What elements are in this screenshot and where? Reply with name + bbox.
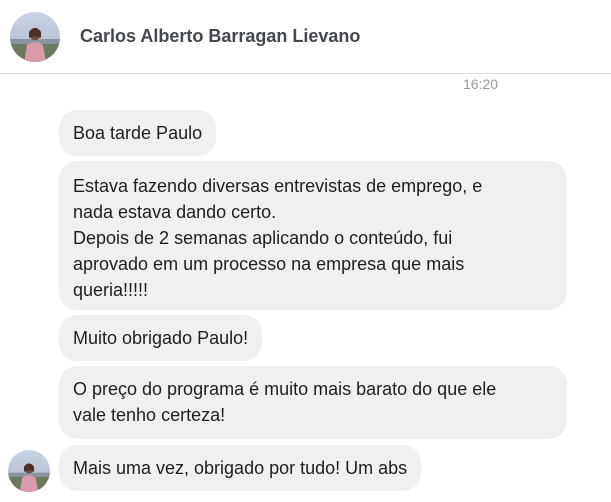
contact-avatar[interactable] xyxy=(10,12,60,62)
message-text: Depois de 2 semanas aplicando o conteúdo… xyxy=(73,228,453,248)
message-text: Muito obrigado Paulo! xyxy=(73,328,249,348)
profile-photo-avatar-icon xyxy=(10,12,60,62)
message-bubble[interactable]: Boa tarde Paulo xyxy=(59,110,217,156)
message-text: O preço do programa é muito mais barato … xyxy=(73,379,497,399)
message-bubble[interactable]: Estava fazendo diversas entrevistas de e… xyxy=(59,161,567,310)
profile-photo-avatar-icon xyxy=(8,450,50,492)
message-text: Mais uma vez, obrigado por tudo! Um abs xyxy=(73,458,408,478)
sender-avatar[interactable] xyxy=(8,450,50,492)
message-text: Boa tarde Paulo xyxy=(73,123,203,143)
message-text: Estava fazendo diversas entrevistas de e… xyxy=(73,176,483,196)
message-bubble[interactable]: Muito obrigado Paulo! xyxy=(59,315,263,361)
contact-name[interactable]: Carlos Alberto Barragan Lievano xyxy=(80,26,360,47)
message-text: aprovado em um processo na empresa que m… xyxy=(73,254,465,274)
message-bubble[interactable]: O preço do programa é muito mais barato … xyxy=(59,366,567,439)
message-bubble[interactable]: Mais uma vez, obrigado por tudo! Um abs xyxy=(59,445,422,491)
message-text: queria!!!!! xyxy=(73,280,149,300)
message-timestamp: 16:20 xyxy=(463,76,499,92)
chat-header: Carlos Alberto Barragan Lievano xyxy=(0,0,611,74)
message-text: nada estava dando certo. xyxy=(73,202,277,222)
message-text: vale tenho certeza! xyxy=(73,405,226,425)
